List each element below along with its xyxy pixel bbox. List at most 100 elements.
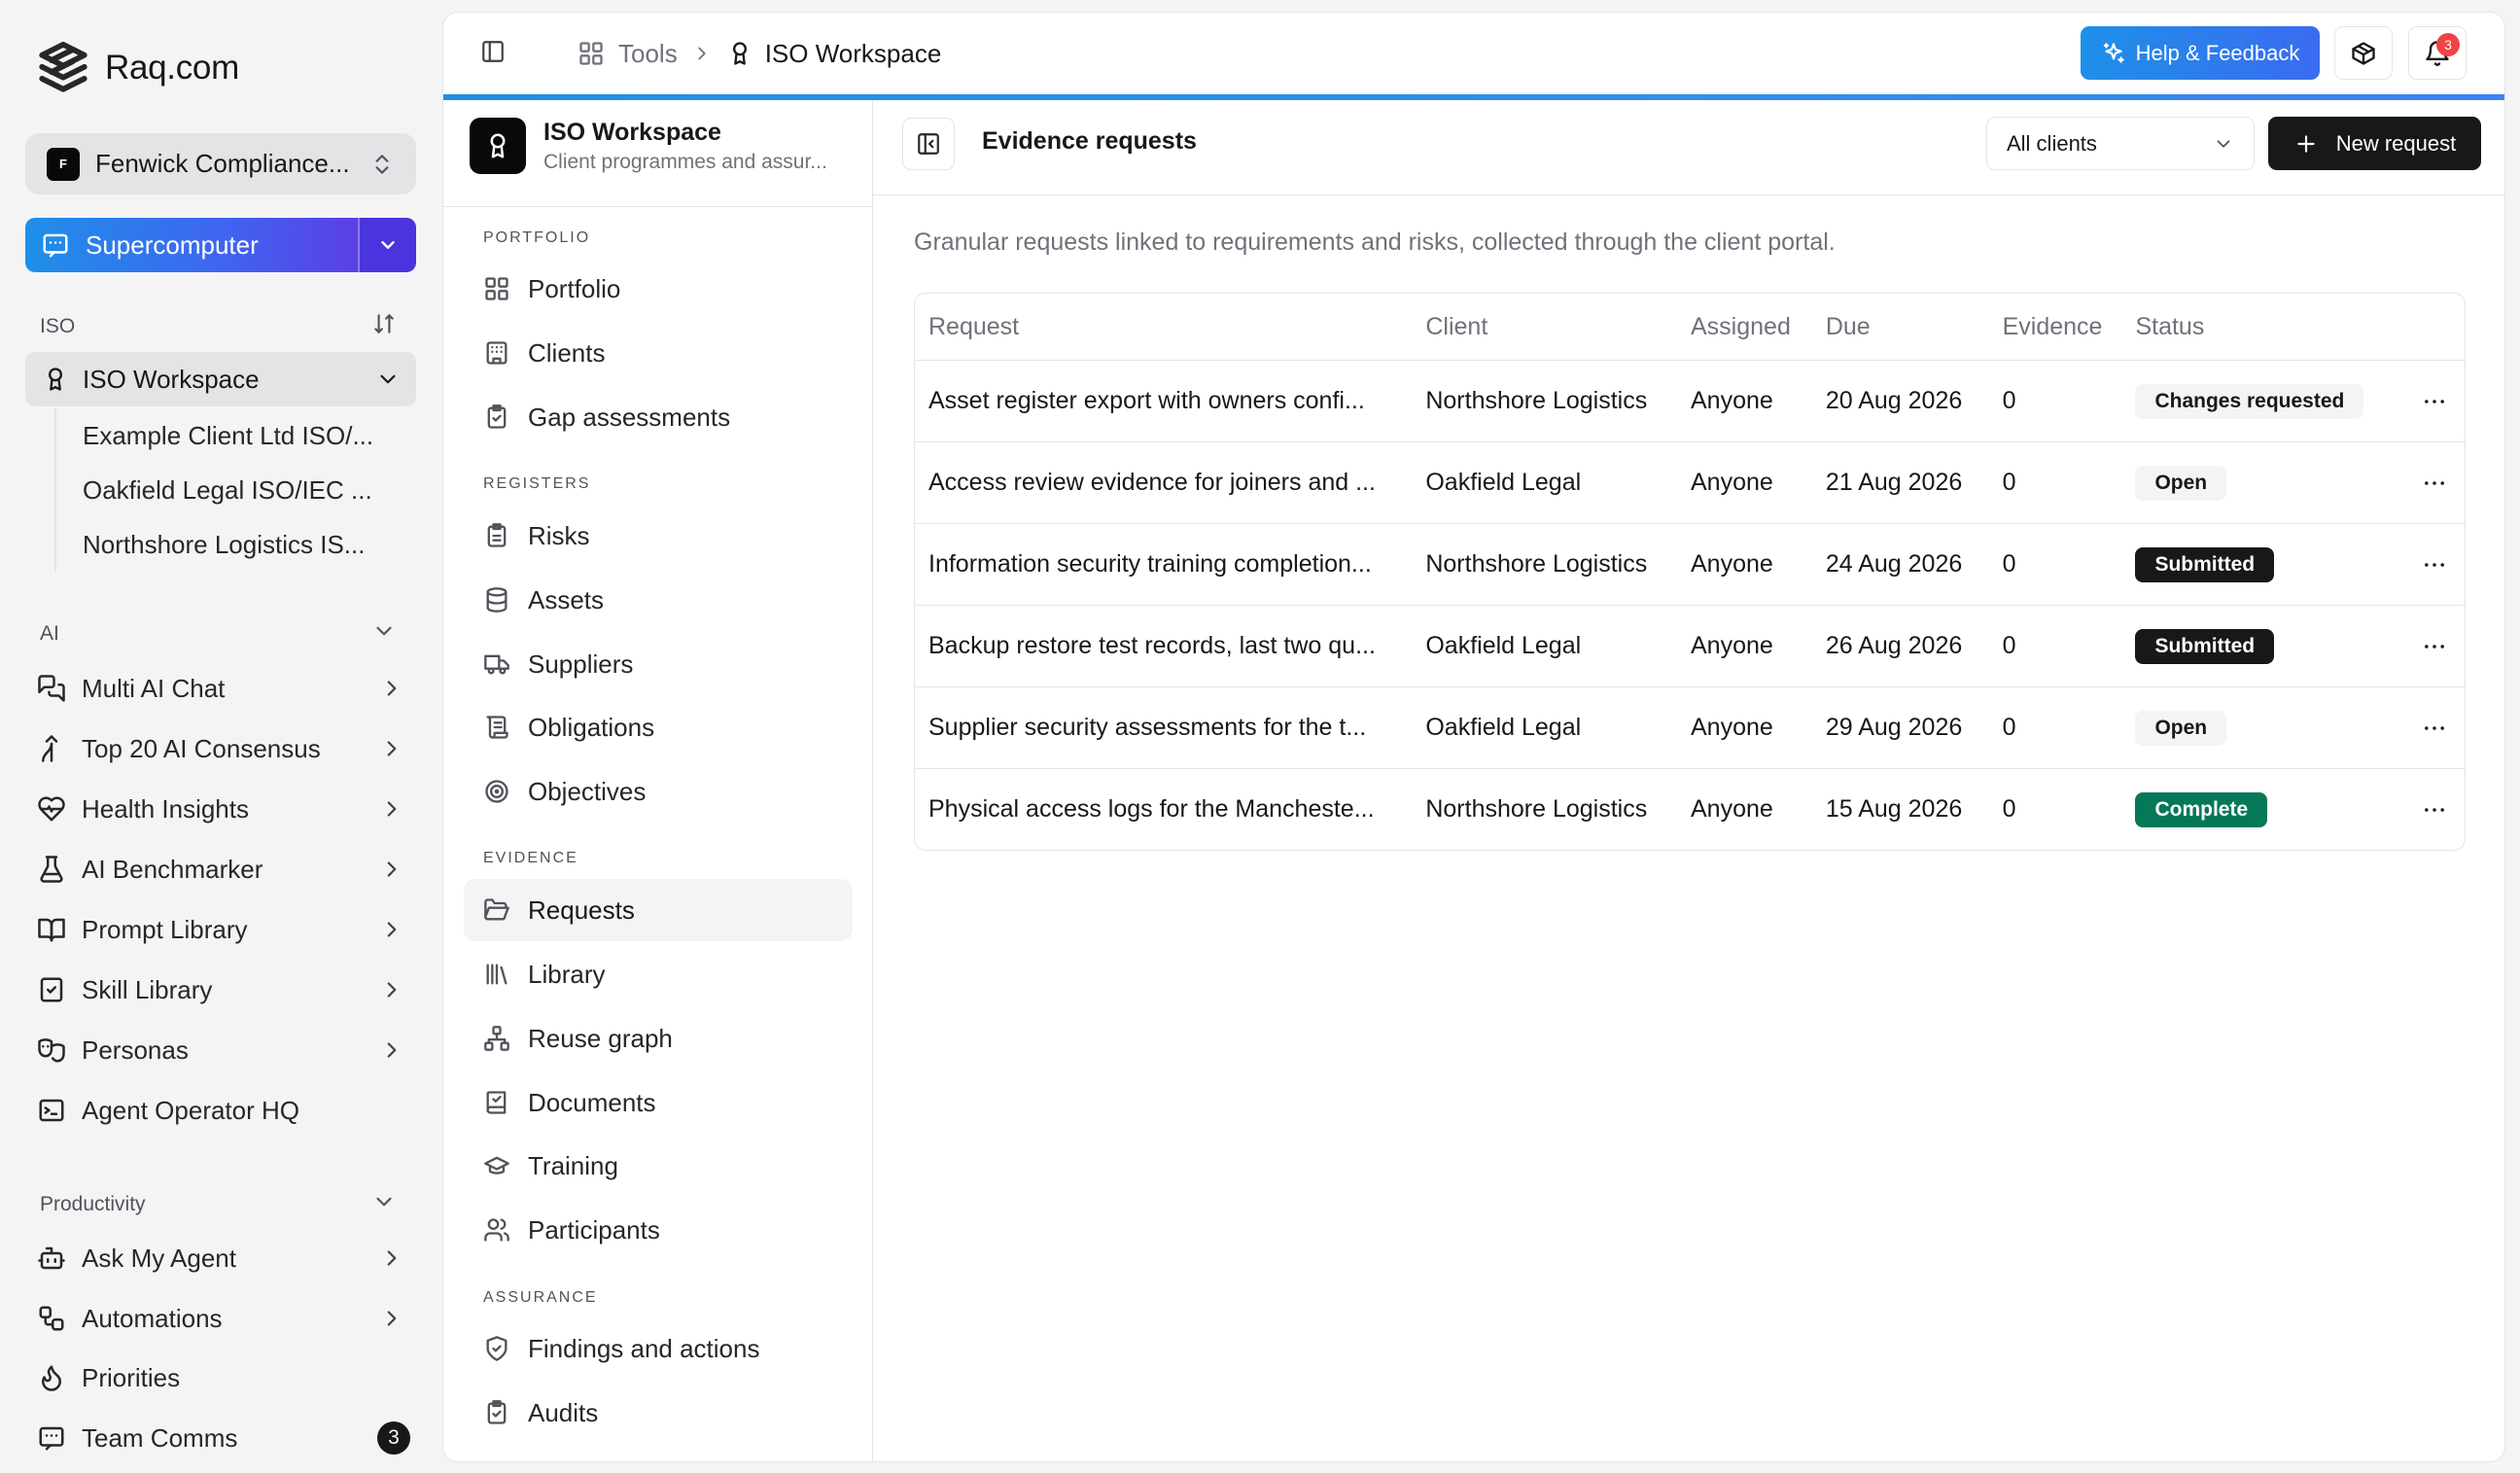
supercomputer-button-group: Supercomputer	[25, 218, 416, 272]
nav-item-participants[interactable]: Participants	[464, 1199, 853, 1261]
nav-item-label: Documents	[528, 1087, 656, 1117]
network-icon	[483, 1025, 510, 1052]
sidebar-item-personas[interactable]: Personas	[37, 1025, 416, 1075]
organization-switcher[interactable]: F Fenwick Compliance...	[25, 133, 416, 194]
nav-item-risks[interactable]: Risks	[464, 505, 853, 567]
section-label-ai: AI	[40, 622, 59, 645]
row-actions-button[interactable]	[2403, 470, 2465, 497]
brand-name: Raq.com	[105, 49, 239, 87]
client-cell: Northshore Logistics	[1425, 550, 1648, 578]
table-row[interactable]: Backup restore test records, last two qu…	[915, 605, 2465, 686]
chevron-right-icon	[379, 1037, 404, 1063]
supercomputer-dropdown-button[interactable]	[358, 218, 416, 272]
nav-item-portfolio[interactable]: Portfolio	[464, 258, 853, 320]
masks-icon	[37, 1035, 66, 1065]
library-icon	[483, 961, 510, 988]
column-header-assigned[interactable]: Assigned	[1677, 313, 1812, 341]
status-cell: Submitted	[2121, 546, 2403, 582]
row-actions-button[interactable]	[2403, 388, 2465, 415]
table-row[interactable]: Information security training completion…	[915, 523, 2465, 605]
sidebar-item-team-comms[interactable]: Team Comms 3	[37, 1413, 416, 1463]
clipboard-check-icon	[37, 975, 66, 1004]
nav-item-clients[interactable]: Clients	[464, 322, 853, 384]
column-header-status[interactable]: Status	[2121, 313, 2403, 341]
nav-item-audits[interactable]: Audits	[464, 1382, 853, 1444]
more-horizontal-icon	[2421, 388, 2448, 415]
row-actions-button[interactable]	[2403, 715, 2465, 742]
nav-item-label: Training	[528, 1150, 618, 1180]
nav-item-label: Objectives	[528, 776, 647, 806]
sidebar-item-top-20-ai-consensus[interactable]: Top 20 AI Consensus	[37, 723, 416, 774]
due-cell: 29 Aug 2026	[1825, 714, 1963, 741]
help-feedback-button[interactable]: Help & Feedback	[2081, 26, 2320, 80]
brand[interactable]: Raq.com	[35, 39, 239, 97]
sidebar-item-ask-my-agent[interactable]: Ask My Agent	[37, 1233, 416, 1283]
chevron-right-icon	[379, 917, 404, 942]
row-actions-button[interactable]	[2403, 796, 2465, 824]
sidebar-subitem[interactable]: Oakfield Legal ISO/IEC ...	[56, 463, 385, 517]
supercomputer-button[interactable]: Supercomputer	[25, 218, 358, 272]
nav-item-findings-and-actions[interactable]: Findings and actions	[464, 1317, 853, 1380]
section-label-productivity: Productivity	[40, 1193, 146, 1215]
users-icon	[483, 1216, 510, 1244]
sidebar-item-iso-workspace[interactable]: ISO Workspace	[25, 352, 416, 406]
nav-item-requests[interactable]: Requests	[464, 879, 853, 941]
chevron-down-icon[interactable]	[371, 618, 401, 648]
sidebar-subitem[interactable]: Example Client Ltd ISO/...	[56, 408, 385, 463]
help-feedback-label: Help & Feedback	[2135, 40, 2300, 65]
requests-table: Request Client Assigned Due Evidence Sta…	[914, 293, 2466, 851]
table-row[interactable]: Supplier security assessments for the t.…	[915, 686, 2465, 768]
assigned-cell: Anyone	[1691, 795, 1773, 823]
table-row[interactable]: Access review evidence for joiners and .…	[915, 441, 2465, 523]
column-header-due[interactable]: Due	[1812, 313, 1989, 341]
chevron-right-icon	[379, 1306, 404, 1331]
nav-item-label: Obligations	[528, 712, 655, 742]
column-header-client[interactable]: Client	[1412, 313, 1677, 341]
assigned-cell: Anyone	[1691, 469, 1773, 496]
panel-collapse-button[interactable]	[902, 118, 955, 170]
table-header-row: Request Client Assigned Due Evidence Sta…	[915, 294, 2465, 360]
client-cell: Northshore Logistics	[1425, 795, 1648, 823]
sidebar-item-label: Ask My Agent	[82, 1243, 236, 1273]
nav-item-reuse-graph[interactable]: Reuse graph	[464, 1007, 853, 1070]
status-cell: Changes requested	[2121, 383, 2403, 419]
new-request-button[interactable]: New request	[2268, 117, 2481, 170]
nav-item-suppliers[interactable]: Suppliers	[464, 633, 853, 695]
column-header-evidence[interactable]: Evidence	[1989, 313, 2122, 341]
nav-item-documents[interactable]: Documents	[464, 1071, 853, 1134]
sidebar-item-automations[interactable]: Automations	[37, 1293, 416, 1344]
sidebar-subitem[interactable]: Northshore Logistics IS...	[56, 517, 385, 572]
nav-item-obligations[interactable]: Obligations	[464, 696, 853, 758]
sidebar-toggle-icon[interactable]	[480, 39, 509, 68]
chevron-down-icon	[375, 367, 401, 392]
request-cell: Backup restore test records, last two qu…	[928, 632, 1376, 659]
row-actions-button[interactable]	[2403, 551, 2465, 579]
table-row[interactable]: Physical access logs for the Mancheste..…	[915, 768, 2465, 850]
sidebar-item-multi-ai-chat[interactable]: Multi AI Chat	[37, 663, 416, 714]
sidebar-item-skill-library[interactable]: Skill Library	[37, 964, 416, 1015]
package-button[interactable]	[2334, 26, 2393, 80]
sidebar-item-ai-benchmarker[interactable]: AI Benchmarker	[37, 844, 416, 894]
chevron-down-icon[interactable]	[371, 1189, 401, 1218]
status-badge: Changes requested	[2135, 383, 2364, 419]
sidebar-item-health-insights[interactable]: Health Insights	[37, 784, 416, 834]
new-request-label: New request	[2335, 130, 2457, 156]
sidebar-item-agent-operator-hq[interactable]: Agent Operator HQ	[37, 1085, 416, 1136]
notifications-button[interactable]: 3	[2408, 26, 2467, 80]
chevron-right-icon	[379, 796, 404, 822]
sort-icon[interactable]	[371, 311, 401, 340]
column-header-request[interactable]: Request	[915, 313, 1412, 341]
nav-item-library[interactable]: Library	[464, 943, 853, 1005]
flame-icon	[37, 1363, 66, 1392]
book-open-icon	[37, 915, 66, 944]
nav-item-gap-assessments[interactable]: Gap assessments	[464, 386, 853, 448]
nav-item-objectives[interactable]: Objectives	[464, 760, 853, 823]
breadcrumb-tools[interactable]: Tools	[578, 39, 678, 69]
table-row[interactable]: Asset register export with owners confi.…	[915, 360, 2465, 441]
row-actions-button[interactable]	[2403, 633, 2465, 660]
sidebar-item-prompt-library[interactable]: Prompt Library	[37, 904, 416, 955]
sidebar-item-priorities[interactable]: Priorities	[37, 1352, 416, 1403]
nav-item-training[interactable]: Training	[464, 1135, 853, 1197]
nav-item-assets[interactable]: Assets	[464, 569, 853, 631]
client-filter-select[interactable]: All clients	[1986, 117, 2255, 170]
